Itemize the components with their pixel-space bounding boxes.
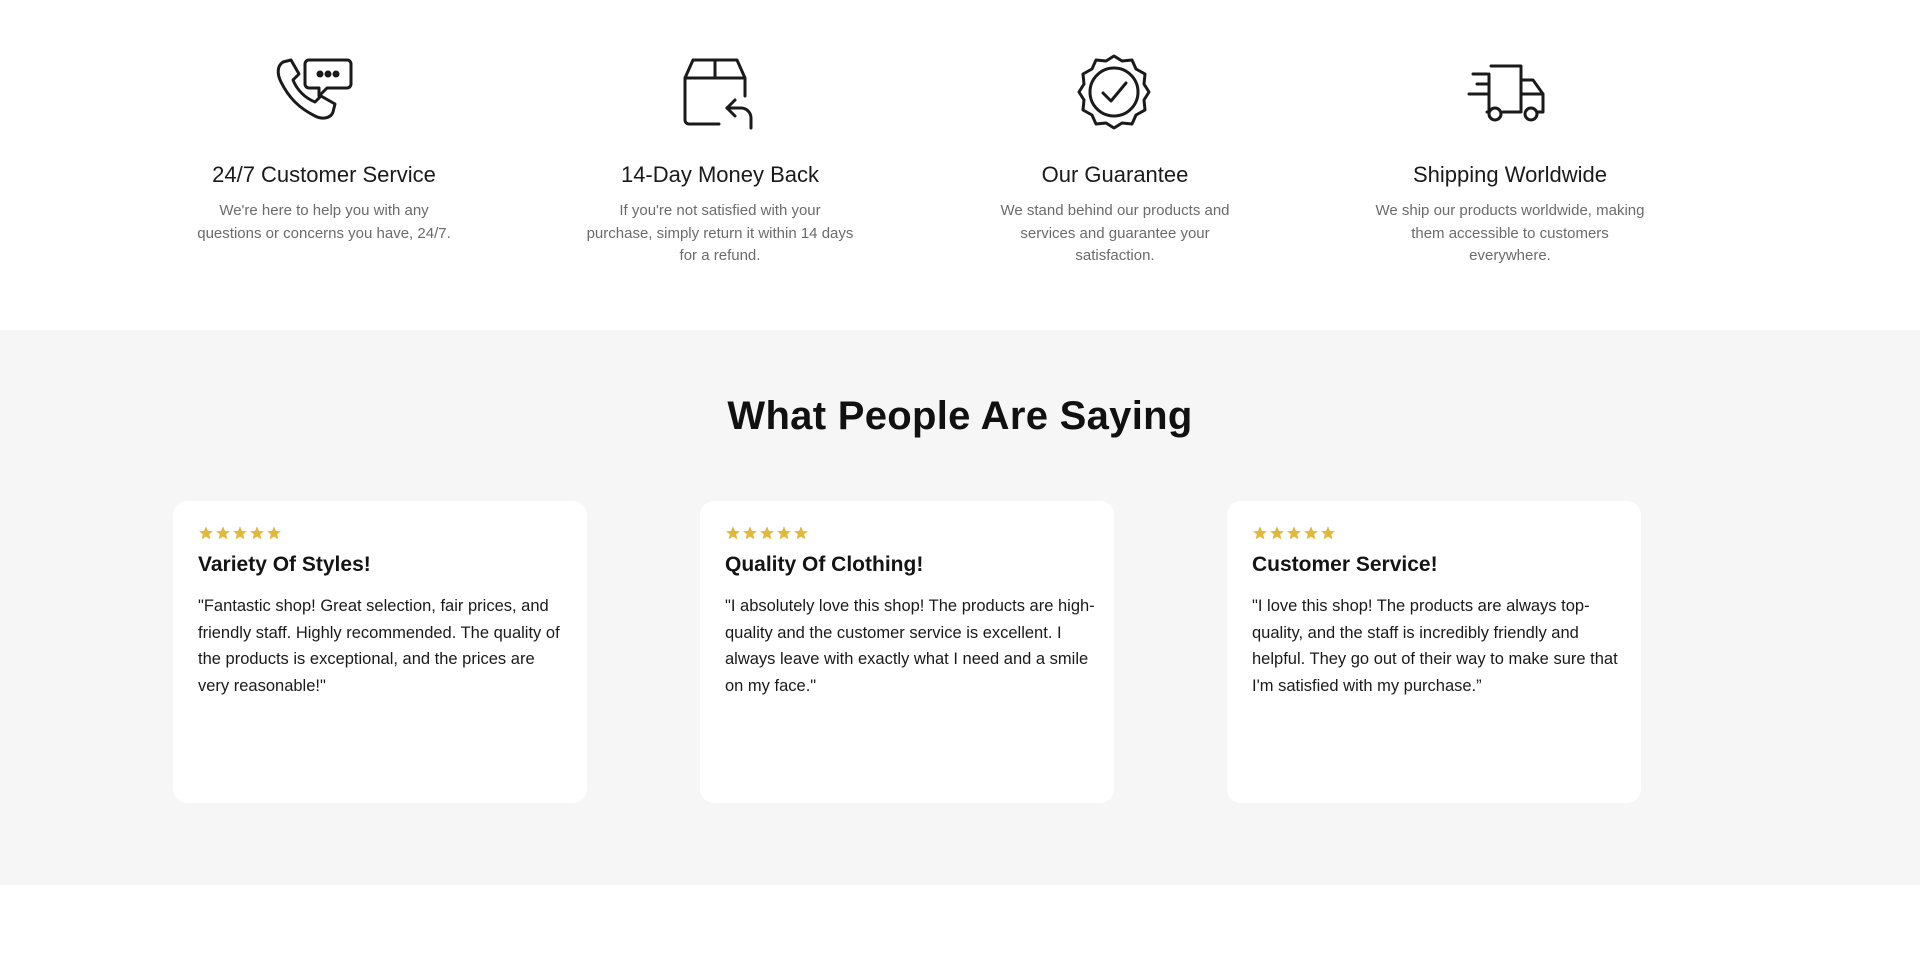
feature-description: We're here to help you with any question… bbox=[197, 202, 451, 242]
review-text: "I love this shop! The products are alwa… bbox=[1252, 597, 1618, 695]
feature-title: Our Guarantee bbox=[1041, 162, 1189, 187]
star-icon bbox=[233, 526, 247, 540]
review-title: Variety Of Styles! bbox=[198, 553, 371, 576]
review-text: "I absolutely love this shop! The produc… bbox=[725, 597, 1095, 695]
star-icon bbox=[267, 526, 281, 540]
review-title: Quality Of Clothing! bbox=[725, 553, 924, 576]
star-rating bbox=[725, 525, 809, 541]
star-icon bbox=[1270, 526, 1284, 540]
feature-description: We ship our products worldwide, making t… bbox=[1375, 202, 1645, 264]
star-icon bbox=[199, 526, 213, 540]
star-icon bbox=[1321, 526, 1335, 540]
review-title: Customer Service! bbox=[1252, 553, 1438, 576]
star-icon bbox=[1253, 526, 1267, 540]
review-card: Customer Service! "I love this shop! The… bbox=[1227, 501, 1641, 803]
star-rating bbox=[198, 525, 282, 541]
box-return-icon bbox=[677, 52, 761, 136]
star-icon bbox=[726, 526, 740, 540]
section-heading: What People Are Saying bbox=[727, 394, 1193, 438]
star-icon bbox=[1287, 526, 1301, 540]
star-icon bbox=[216, 526, 230, 540]
feature-title: 14-Day Money Back bbox=[620, 162, 820, 187]
review-text: "Fantastic shop! Great selection, fair p… bbox=[198, 597, 560, 695]
feature-title: Shipping Worldwide bbox=[1412, 162, 1608, 187]
star-icon bbox=[743, 526, 757, 540]
review-card: Quality Of Clothing! "I absolutely love … bbox=[700, 501, 1114, 803]
badge-check-icon bbox=[1072, 52, 1156, 136]
phone-chat-icon bbox=[271, 52, 355, 136]
star-icon bbox=[1304, 526, 1318, 540]
star-icon bbox=[777, 526, 791, 540]
feature-description: We stand behind our products and service… bbox=[1000, 202, 1230, 264]
delivery-truck-icon bbox=[1465, 52, 1549, 136]
star-icon bbox=[760, 526, 774, 540]
star-icon bbox=[794, 526, 808, 540]
testimonials-section: What People Are Saying Variety Of Styles… bbox=[0, 330, 1920, 885]
star-icon bbox=[250, 526, 264, 540]
star-rating bbox=[1252, 525, 1336, 541]
feature-description: If you're not satisfied with your purcha… bbox=[586, 202, 854, 264]
review-card: Variety Of Styles! "Fantastic shop! Grea… bbox=[173, 501, 587, 803]
features-section: 24/7 Customer Service We're here to help… bbox=[0, 0, 1920, 330]
feature-title: 24/7 Customer Service bbox=[212, 162, 436, 187]
